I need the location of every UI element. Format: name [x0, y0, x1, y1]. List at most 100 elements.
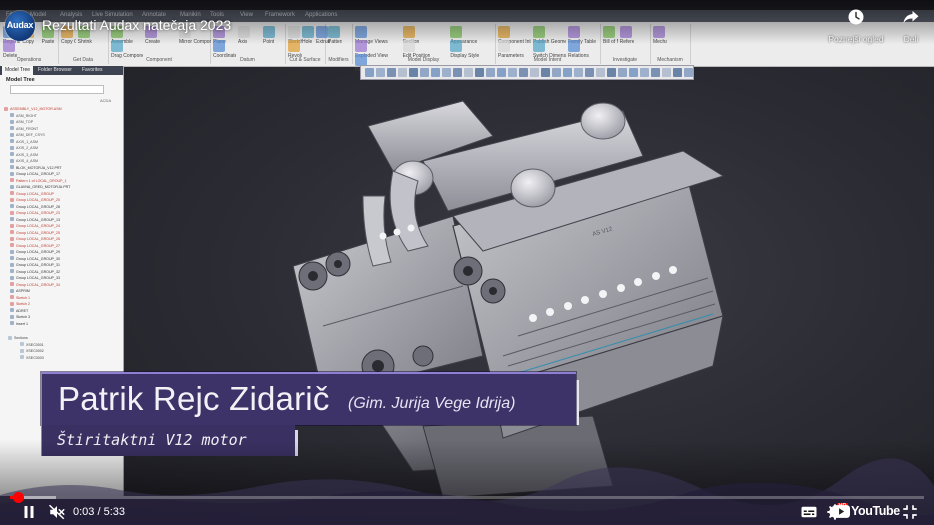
model-tree-item: AXIS_1_ASM [10, 139, 38, 145]
model-tree-item-icon [10, 126, 14, 130]
model-tree-item-label: ASM_FRONT [16, 126, 39, 131]
model-tree-item: Group LOCAL_GROUP_29 [10, 249, 60, 255]
model-tree-column-header: ACDA [100, 98, 112, 103]
model-tree-item-label: Group LOCAL_GROUP_20 [16, 198, 60, 202]
progress-bar[interactable] [10, 492, 924, 503]
model-tree-item-label: Group LOCAL_GROUP_32 [16, 269, 60, 274]
model-tree-section-item: Sections [8, 335, 28, 341]
graphics-toolbar-icon [475, 68, 484, 77]
model-tree-item: Group LOCAL_GROUP [10, 191, 54, 197]
graphics-toolbar-icon [541, 68, 550, 77]
model-tree-item: ADRET [10, 308, 28, 314]
panel-tab: Folder Browser [38, 67, 72, 73]
model-tree-section-icon [20, 355, 24, 359]
model-tree-item-icon [10, 184, 14, 189]
model-tree-item-label: AXIS_4_ASM [16, 159, 38, 163]
model-tree-item-label: ADRET [16, 308, 29, 313]
model-tree-search [10, 85, 104, 94]
model-tree-item: Sketch 2 [10, 301, 30, 307]
channel-avatar[interactable]: Audax [5, 11, 35, 41]
model-tree-section-label: XSEC0003 [26, 355, 44, 360]
clock-icon [848, 9, 864, 25]
model-tree-item: AXIS_2_ASM [10, 145, 38, 151]
exit-fullscreen-button[interactable] [901, 503, 919, 521]
model-tree-item: BLOK_MOTORJA_V12.PRT [10, 165, 62, 171]
model-tree-item: Group LOCAL_GROUP_17 [10, 171, 60, 177]
model-tree-item: GLAVNA_GRED_MOTORJA.PRT [10, 184, 70, 190]
presenter-name-banner: Patrik Rejc Zidarič (Gim. Jurija Vege Id… [41, 372, 576, 425]
model-tree-item-label: GLAVNA_GRED_MOTORJA.PRT [16, 185, 71, 189]
model-tree-item-icon [4, 106, 8, 111]
model-tree-item-label: AXIS_2_ASM [16, 146, 38, 150]
model-tree-section-item: XSEC0001 [20, 342, 44, 348]
ribbon-group-label: Cut & Surface [289, 57, 321, 63]
model-tree-item: ASPRIM [10, 288, 30, 294]
ribbon-group-label: Mechanism [657, 57, 683, 63]
model-tree-section-label: XSEC0001 [26, 342, 44, 347]
graphics-toolbar-icon [673, 68, 682, 77]
model-tree-item-label: Group LOCAL_GROUP_31 [16, 263, 60, 267]
watch-later-button[interactable]: Poznejši ogled [818, 8, 894, 44]
subtitles-icon [801, 506, 817, 518]
model-tree-item-icon [10, 165, 14, 169]
share-button[interactable]: Deli [893, 8, 929, 44]
ribbon-group-label: Investigate [612, 57, 638, 63]
decorative-wave-overlay [0, 458, 934, 525]
graphics-toolbar-icon [464, 68, 473, 77]
model-tree-item-label: ASM_RIGHT [16, 113, 37, 118]
model-tree-item: Group LOCAL_GROUP_32 [10, 269, 60, 275]
share-label: Deli [903, 34, 919, 44]
graphics-toolbar-icon [442, 68, 451, 77]
model-tree-item: Group LOCAL_GROUP_31 [10, 262, 60, 268]
model-tree-section-icon [20, 342, 24, 346]
graphics-toolbar-icon [563, 68, 572, 77]
ribbon-group-label: Operations [16, 57, 42, 63]
youtube-play-logo-icon [832, 505, 850, 518]
ribbon-group-label: Model Intent [533, 57, 562, 63]
model-tree-item-icon [10, 171, 14, 176]
model-tree-item-label: AXIS_3_ASM [16, 152, 38, 157]
graphics-toolbar-icon [398, 68, 407, 77]
presenter-name: Patrik Rejc Zidarič [58, 380, 330, 417]
graphics-toolbar-icon [365, 68, 374, 77]
model-tree-item: ASM_FRONT [10, 126, 38, 132]
pause-button[interactable] [20, 503, 38, 521]
model-tree-section-item: XSEC0003 [20, 355, 44, 361]
model-tree-item-label: Group LOCAL_GROUP_13 [16, 217, 60, 222]
model-tree-item: AXIS_3_ASM [10, 152, 38, 158]
model-tree-item-icon [10, 230, 14, 234]
model-tree-item: Group LOCAL_GROUP_26 [10, 236, 60, 242]
model-tree-item-icon [10, 145, 14, 150]
mute-button[interactable] [48, 503, 66, 521]
model-tree-item-label: Pattern 1 of LOCAL_GROUP_1 [16, 178, 67, 183]
graphics-toolbar-icon [651, 68, 660, 77]
video-player[interactable]: AS V12 FileModelAnalysisLive SimulationA… [0, 0, 934, 525]
model-tree-item-icon [10, 262, 14, 267]
model-tree-item-icon [10, 217, 14, 221]
panel-tab: Model Tree [2, 66, 34, 75]
model-tree-item-icon [10, 269, 14, 273]
subtitles-button[interactable] [800, 503, 818, 521]
model-tree-item: Group LOCAL_GROUP_13 [10, 217, 60, 223]
model-tree-item: Group LOCAL_GROUP_28 [10, 204, 60, 210]
volume-muted-icon [48, 504, 65, 520]
model-tree-section-icon [20, 348, 24, 353]
model-tree-item-label: Group LOCAL_GROUP_28 [16, 204, 60, 209]
model-tree-item-label: ASM_TOP [16, 120, 34, 124]
video-title[interactable]: Rezultati Audax natečaja 2023 [42, 17, 231, 33]
graphics-toolbar [360, 65, 694, 80]
model-tree-item: AXIS_4_ASM [10, 158, 38, 164]
model-tree-item-icon [10, 288, 14, 293]
graphics-toolbar-icon [585, 68, 594, 77]
model-tree-item-icon [10, 249, 14, 254]
youtube-wordmark: YouTube [851, 504, 900, 518]
model-tree-item-icon [10, 139, 14, 143]
model-tree-item-icon [10, 321, 14, 325]
model-tree-item-icon [10, 158, 14, 163]
model-tree-item-label: Group LOCAL_GROUP_29 [16, 250, 60, 254]
model-tree-item: Group LOCAL_GROUP_24 [10, 223, 60, 229]
model-tree-item-label: Group LOCAL_GROUP_33 [16, 276, 60, 280]
graphics-toolbar-icon [486, 68, 495, 77]
model-tree-section-icon [8, 335, 12, 340]
model-tree-item-label: Insert 1 [16, 321, 28, 326]
